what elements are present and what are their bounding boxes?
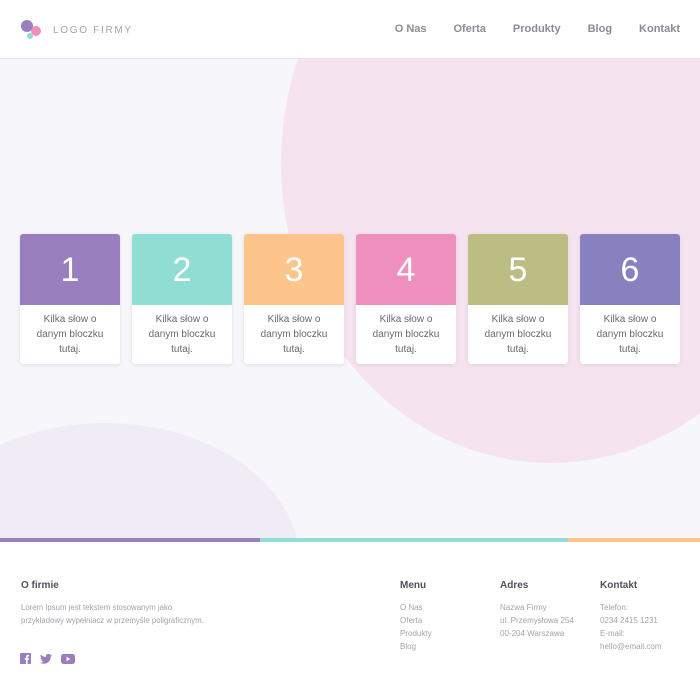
- card-header: 4: [356, 234, 456, 305]
- footer-menu-list: O Nas Oferta Produkty Blog: [400, 601, 432, 653]
- footer-contact-list: Telefon: 0234 2415 1231 E-mail: hello@em…: [600, 601, 661, 653]
- logo[interactable]: LOGO FIRMY: [21, 20, 133, 40]
- card-header: 3: [244, 234, 344, 305]
- footer-about-title: O firmie: [21, 580, 59, 591]
- hero-section: 1 Kilka słow o danym bloczku tutaj. 2 Ki…: [0, 59, 700, 539]
- card-header: 2: [132, 234, 232, 305]
- youtube-icon[interactable]: [61, 653, 75, 664]
- card-number: 1: [60, 250, 80, 289]
- footer-menu-title: Menu: [400, 580, 427, 591]
- footer-contact-phone[interactable]: 0234 2415 1231: [600, 614, 661, 627]
- footer-address-street: ul. Przemysłowa 254: [500, 616, 574, 625]
- footer-contact-phone-label: Telefon:: [600, 603, 629, 612]
- footer-address-list: Nazwa Firmy ul. Przemysłowa 254 00-204 W…: [500, 601, 574, 640]
- nav-item-produkty[interactable]: Produkty: [513, 21, 561, 37]
- logo-text: LOGO FIRMY: [53, 25, 133, 36]
- footer: O firmie Lorem Ipsum jest tekstem stosow…: [0, 542, 700, 700]
- card-text: Kilka słow o danym bloczku tutaj.: [484, 314, 552, 355]
- feature-card-1[interactable]: 1 Kilka słow o danym bloczku tutaj.: [20, 234, 120, 364]
- feature-card-2[interactable]: 2 Kilka słow o danym bloczku tutaj.: [132, 234, 232, 364]
- footer-contact-title: Kontakt: [600, 580, 638, 591]
- twitter-icon[interactable]: [40, 653, 52, 664]
- card-text: Kilka słow o danym bloczku tutaj.: [36, 314, 104, 355]
- footer-contact-email-label: E-mail:: [600, 629, 625, 638]
- nav-item-o-nas[interactable]: O Nas: [395, 21, 427, 37]
- card-text: Kilka słow o danym bloczku tutaj.: [148, 314, 216, 355]
- feature-card-4[interactable]: 4 Kilka słow o danym bloczku tutaj.: [356, 234, 456, 364]
- page: LOGO FIRMY O Nas Oferta Produkty Blog Ko…: [0, 0, 700, 700]
- feature-card-6[interactable]: 6 Kilka słow o danym bloczku tutaj.: [580, 234, 680, 364]
- facebook-icon[interactable]: [20, 653, 31, 664]
- card-text: Kilka słow o danym bloczku tutaj.: [372, 314, 440, 355]
- card-header: 1: [20, 234, 120, 305]
- footer-about-text: Lorem Ipsum jest tekstem stosowanym jako…: [21, 603, 204, 625]
- header: LOGO FIRMY O Nas Oferta Produkty Blog Ko…: [0, 0, 700, 59]
- card-header: 6: [580, 234, 680, 305]
- card-text: Kilka słow o danym bloczku tutaj.: [596, 314, 664, 355]
- main-nav: O Nas Oferta Produkty Blog Kontakt: [395, 21, 680, 37]
- card-number: 6: [620, 250, 640, 289]
- feature-card-3[interactable]: 3 Kilka słow o danym bloczku tutaj.: [244, 234, 344, 364]
- logo-mark-icon: [21, 20, 41, 40]
- nav-item-oferta[interactable]: Oferta: [454, 21, 486, 37]
- footer-menu-item-oferta[interactable]: Oferta: [400, 614, 432, 627]
- footer-address-title: Adres: [500, 580, 529, 591]
- card-number: 4: [396, 250, 416, 289]
- footer-menu-item-o-nas[interactable]: O Nas: [400, 601, 432, 614]
- card-header: 5: [468, 234, 568, 305]
- footer-address-company: Nazwa Firmy: [500, 603, 547, 612]
- feature-card-5[interactable]: 5 Kilka słow o danym bloczku tutaj.: [468, 234, 568, 364]
- nav-item-blog[interactable]: Blog: [588, 21, 612, 37]
- footer-menu-item-blog[interactable]: Blog: [400, 640, 432, 653]
- social-links: [20, 653, 75, 664]
- decorative-circle-lavender: [0, 423, 300, 539]
- card-text: Kilka słow o danym bloczku tutaj.: [260, 314, 328, 355]
- nav-item-kontakt[interactable]: Kontakt: [639, 21, 680, 37]
- feature-cards: 1 Kilka słow o danym bloczku tutaj. 2 Ki…: [20, 234, 680, 364]
- card-number: 2: [172, 250, 192, 289]
- footer-contact-email[interactable]: hello@email.com: [600, 640, 661, 653]
- card-number: 3: [284, 250, 304, 289]
- card-number: 5: [508, 250, 528, 289]
- footer-address-city: 00-204 Warszawa: [500, 629, 565, 638]
- footer-menu-item-produkty[interactable]: Produkty: [400, 627, 432, 640]
